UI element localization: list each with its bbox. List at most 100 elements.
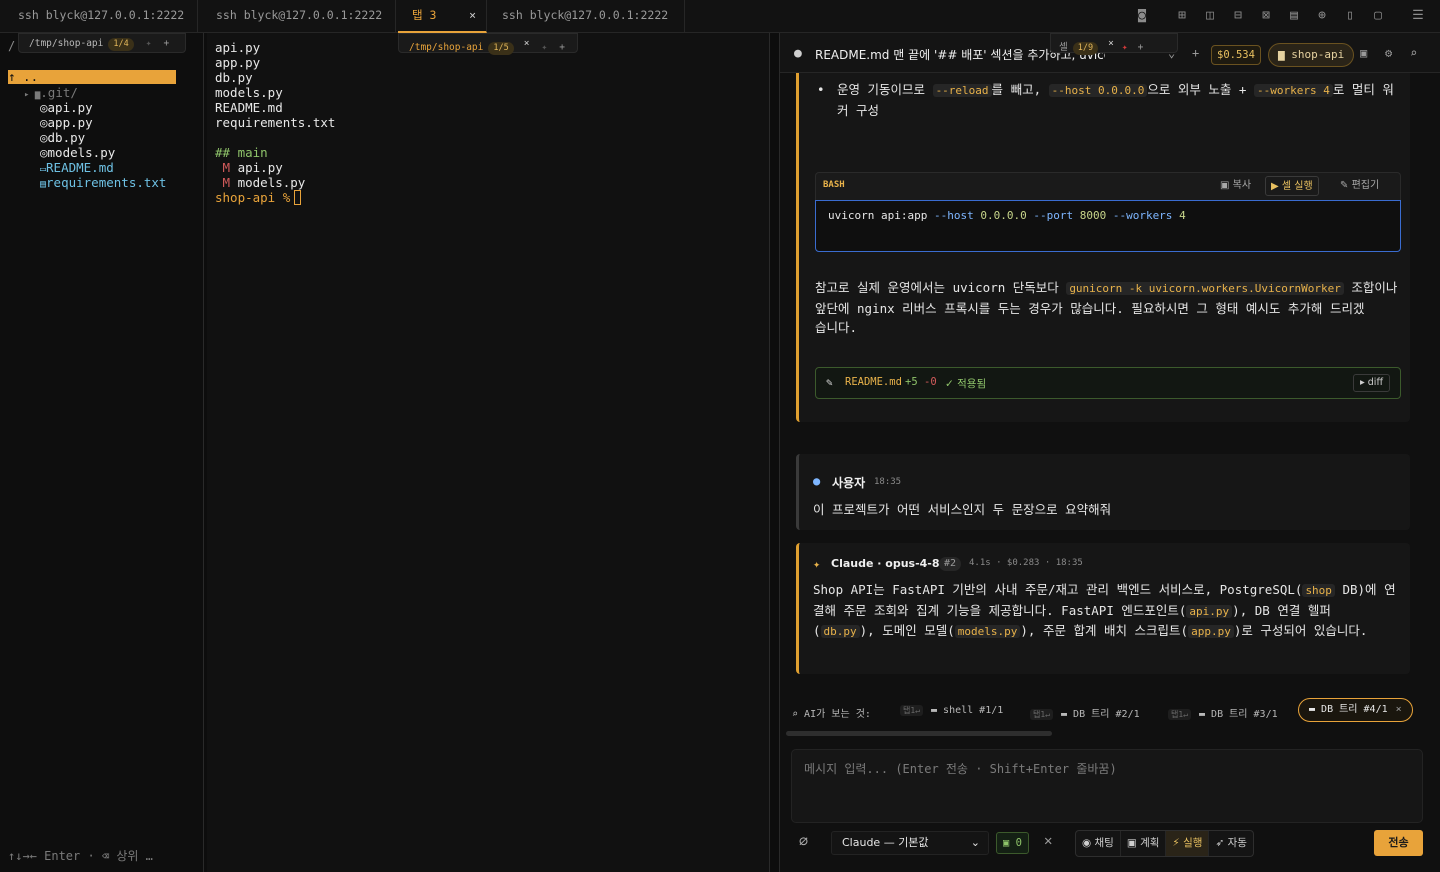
text: Shop API는 FastAPI 기반의 사내 주문/재고 관리 백엔드 서비…	[813, 582, 1303, 597]
add-pane-button[interactable]: +	[559, 42, 565, 53]
split-horizontal-icon[interactable]: ⊟	[1230, 8, 1246, 24]
text: 를 빼고,	[991, 82, 1049, 97]
tab-ssh-2[interactable]: ssh blyck@127.0.0.1:2222	[198, 0, 396, 33]
tree-item-git[interactable]: ▸ ▆.git/	[8, 85, 78, 100]
pin-icon[interactable]: ✦	[1122, 42, 1128, 53]
search-icon[interactable]: ⌕	[1410, 46, 1417, 60]
context-item-db-2[interactable]: 탭1↵ ▬ DB 트리 #2/1	[1030, 705, 1140, 720]
tree-item-api[interactable]: ◎api.py	[8, 100, 93, 115]
mode-run[interactable]: ⚡ 실행	[1166, 831, 1210, 856]
db-tree-icon: ▬	[1309, 704, 1322, 715]
camera-icon[interactable]: ◙	[1134, 8, 1150, 24]
window-icon[interactable]: ▢	[1370, 8, 1386, 24]
folder-icon: ▆	[1278, 48, 1292, 61]
item-label: DB 트리 #2/1	[1073, 709, 1140, 720]
text: ), 주문 합계 배치 스크립트(	[1020, 623, 1189, 638]
code-block: BASH ▣ 복사 ▶ 셀 실행 ✎ 편집기 uvicorn api:app -…	[815, 172, 1401, 252]
pane-header: /tmp/shop-api 1/5 × ✦ +	[398, 33, 578, 55]
plus-square-icon[interactable]: ⊞	[1174, 8, 1190, 24]
composer-toolbar: ⌀ Claude — 기본값 ⌄ ▣ 0 ✕ ◉ 채팅 ▣ 계획 ⚡ 실행 ➶ 자…	[780, 828, 1440, 862]
mode-auto[interactable]: ➶ 자동	[1209, 831, 1252, 856]
pin-icon[interactable]: ✦	[541, 42, 547, 53]
chevron-down-icon: ⌄	[970, 836, 980, 849]
mode-chat[interactable]: ◉ 채팅	[1076, 831, 1121, 856]
tree-item-models[interactable]: ◎models.py	[8, 145, 115, 160]
terminal-line: README.md	[215, 100, 283, 115]
inline-code: --workers 4	[1253, 84, 1333, 97]
context-item-db-3[interactable]: 탭1↵ ▬ DB 트리 #3/1	[1168, 705, 1278, 720]
send-button[interactable]: 전송	[1374, 830, 1423, 856]
item-label: shell #1/1	[943, 705, 1004, 716]
terminal-line: requirements.txt	[215, 115, 336, 130]
globe-icon[interactable]: ⊕	[1314, 8, 1330, 24]
message-meta: 4.1s · $0.283 · 18:35	[969, 558, 1083, 568]
menu-icon[interactable]: ☰	[1410, 8, 1426, 24]
chat-bubble-icon: ●	[794, 46, 802, 61]
chat-header: ● README.md 맨 끝에 '## 배포' 섹션을 추가하고, uvico…	[780, 33, 1440, 73]
tree-item-db[interactable]: ◎db.py	[8, 130, 85, 145]
file-change-bar: ✎ README.md +5 -0 ✓ 적용됨 ▸ diff	[815, 367, 1401, 399]
button-label: 셀 실행	[1281, 181, 1313, 192]
tree-item-readme[interactable]: ▭README.md	[8, 160, 114, 175]
close-pane-icon[interactable]: ×	[524, 38, 530, 49]
text: 으로 외부 노출 +	[1147, 82, 1254, 97]
code-content[interactable]: uvicorn api:app --host 0.0.0.0 --port 80…	[815, 200, 1401, 252]
tree-item-label: db.py	[47, 130, 86, 145]
bookmark-icon[interactable]: ▯	[1342, 8, 1358, 24]
modified-flag: M	[222, 175, 231, 190]
copy-button[interactable]: ▣ 복사	[1215, 176, 1256, 196]
context-label: ⌕ AI가 보는 것:	[792, 705, 871, 720]
open-editor-button[interactable]: ✎ 편집기	[1335, 176, 1384, 196]
remove-context-icon[interactable]: ×	[1396, 704, 1402, 715]
tab-ssh-4[interactable]: ssh blyck@127.0.0.1:2222	[487, 0, 685, 33]
add-pane-button[interactable]: +	[163, 38, 169, 49]
terminal-cursor	[294, 190, 302, 205]
paperclip-icon[interactable]: ⌀	[799, 832, 808, 850]
chevron-down-icon[interactable]: ⌄	[1168, 46, 1175, 60]
message-input[interactable]: 메시지 입력... (Enter 전송 · Shift+Enter 줄바꿈)	[791, 749, 1423, 823]
pane-badge: 1/5	[488, 42, 514, 55]
terminal-pane[interactable]: /tmp/shop-api 1/5 × ✦ + api.py app.py db.py …	[207, 33, 770, 872]
terminal-line: db.py	[215, 70, 253, 85]
context-item-db-4[interactable]: ▬ DB 트리 #4/1 ×	[1298, 698, 1413, 722]
horizontal-scrollbar[interactable]	[786, 731, 1052, 736]
tab-ssh-1[interactable]: ssh blyck@127.0.0.1:2222	[0, 0, 198, 33]
tree-item-requirements[interactable]: ▤requirements.txt	[8, 175, 166, 190]
applied-status: ✓ 적용됨	[945, 378, 987, 390]
pin-icon[interactable]: ✦	[146, 38, 152, 49]
attachment-counter[interactable]: ▣ 0	[996, 832, 1029, 854]
chat-messages[interactable]: • 운영 기동이므로 --reload 를 빼고, --host 0.0.0.0 으…	[780, 73, 1440, 723]
rocket-icon: ➶	[1215, 837, 1228, 849]
lightning-icon: ⚡	[1172, 837, 1184, 849]
text: 로 멀티 워	[1332, 82, 1394, 97]
message-time: 18:35	[874, 477, 902, 487]
tree-item-app[interactable]: ◎app.py	[8, 115, 93, 130]
close-tab-icon[interactable]: ×	[469, 0, 476, 31]
context-item-shell[interactable]: 탭1↵ ▬ shell #1/1	[900, 705, 1003, 716]
close-square-icon[interactable]: ⊠	[1258, 8, 1274, 24]
add-chat-icon[interactable]: +	[1192, 46, 1199, 60]
clipboard-icon[interactable]: ▣	[1360, 46, 1367, 60]
gear-icon[interactable]: ⚙	[1385, 46, 1392, 60]
tools-off-icon[interactable]: ✕	[1044, 833, 1052, 849]
add-cell-button[interactable]: +	[1138, 42, 1144, 53]
project-badge[interactable]: ▆ shop-api	[1268, 43, 1355, 67]
terminal-line: api.py	[215, 40, 261, 55]
cost-badge: $0.534	[1211, 45, 1261, 65]
assistant-message: • 운영 기동이므로 --reload 를 빼고, --host 0.0.0.0 으…	[796, 73, 1410, 422]
mode-plan[interactable]: ▣ 계획	[1121, 831, 1167, 856]
tree-item-label: models.py	[47, 145, 116, 160]
run-cell-button[interactable]: ▶ 셀 실행	[1265, 176, 1319, 196]
terminal-line: app.py	[215, 55, 261, 70]
user-message: ● 사용자 18:35 이 프로젝트가 어떤 서비스인지 두 문장으로 요약해줘	[796, 454, 1410, 530]
terminal-icon[interactable]: ▤	[1286, 8, 1302, 24]
tree-parent-dir[interactable]: ↑ ..	[8, 70, 176, 84]
text: 결해 주문 조회와 집계 기능을 제공합니다. FastAPI 엔드포인트(	[813, 602, 1187, 618]
mode-label: 채팅	[1094, 837, 1114, 849]
split-vertical-icon[interactable]: ◫	[1202, 8, 1218, 24]
tab-3[interactable]: 탭 3 ×	[398, 0, 487, 33]
shell-prompt[interactable]: shop-api %	[215, 190, 302, 205]
close-cell-icon[interactable]: ×	[1108, 38, 1114, 49]
model-select[interactable]: Claude — 기본값 ⌄	[831, 831, 989, 855]
diff-toggle-button[interactable]: ▸ diff	[1352, 374, 1390, 392]
